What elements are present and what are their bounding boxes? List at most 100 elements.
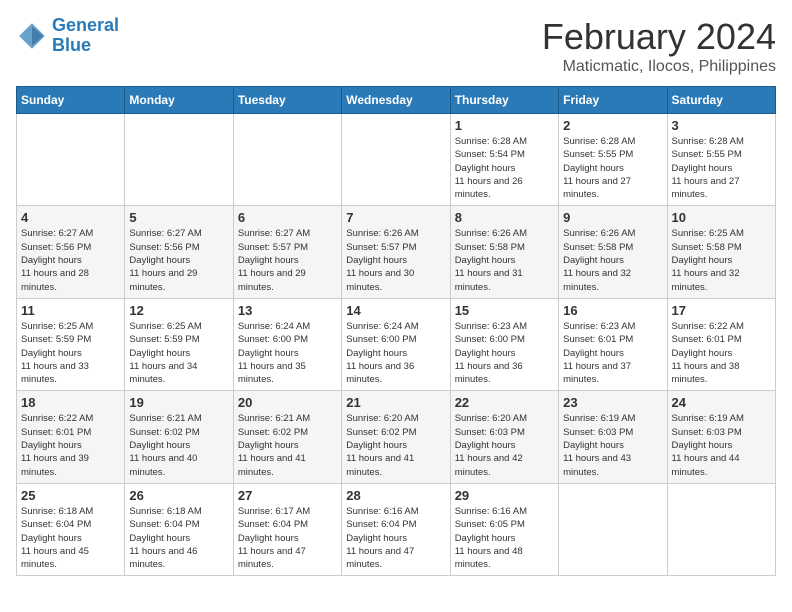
day-number: 28 bbox=[346, 488, 445, 503]
day-info: Sunrise: 6:23 AM Sunset: 6:01 PM Dayligh… bbox=[563, 320, 662, 386]
calendar-cell: 4 Sunrise: 6:27 AM Sunset: 5:56 PM Dayli… bbox=[17, 206, 125, 298]
weekday-header-monday: Monday bbox=[125, 87, 233, 114]
calendar-cell bbox=[667, 483, 775, 575]
weekday-header-friday: Friday bbox=[559, 87, 667, 114]
calendar-cell: 28 Sunrise: 6:16 AM Sunset: 6:04 PM Dayl… bbox=[342, 483, 450, 575]
day-info: Sunrise: 6:20 AM Sunset: 6:03 PM Dayligh… bbox=[455, 412, 554, 478]
day-number: 13 bbox=[238, 303, 337, 318]
calendar-cell: 10 Sunrise: 6:25 AM Sunset: 5:58 PM Dayl… bbox=[667, 206, 775, 298]
day-info: Sunrise: 6:27 AM Sunset: 5:56 PM Dayligh… bbox=[21, 227, 120, 293]
day-number: 19 bbox=[129, 395, 228, 410]
day-info: Sunrise: 6:21 AM Sunset: 6:02 PM Dayligh… bbox=[129, 412, 228, 478]
day-number: 6 bbox=[238, 210, 337, 225]
day-number: 2 bbox=[563, 118, 662, 133]
day-info: Sunrise: 6:22 AM Sunset: 6:01 PM Dayligh… bbox=[672, 320, 771, 386]
day-info: Sunrise: 6:19 AM Sunset: 6:03 PM Dayligh… bbox=[672, 412, 771, 478]
day-info: Sunrise: 6:22 AM Sunset: 6:01 PM Dayligh… bbox=[21, 412, 120, 478]
logo: General Blue bbox=[16, 16, 119, 56]
calendar-cell: 13 Sunrise: 6:24 AM Sunset: 6:00 PM Dayl… bbox=[233, 298, 341, 390]
day-info: Sunrise: 6:25 AM Sunset: 5:59 PM Dayligh… bbox=[21, 320, 120, 386]
logo-icon bbox=[16, 20, 48, 52]
weekday-header-tuesday: Tuesday bbox=[233, 87, 341, 114]
weekday-header-wednesday: Wednesday bbox=[342, 87, 450, 114]
calendar-cell: 2 Sunrise: 6:28 AM Sunset: 5:55 PM Dayli… bbox=[559, 114, 667, 206]
day-number: 8 bbox=[455, 210, 554, 225]
day-number: 3 bbox=[672, 118, 771, 133]
day-number: 1 bbox=[455, 118, 554, 133]
day-info: Sunrise: 6:25 AM Sunset: 5:58 PM Dayligh… bbox=[672, 227, 771, 293]
calendar-week-2: 4 Sunrise: 6:27 AM Sunset: 5:56 PM Dayli… bbox=[17, 206, 776, 298]
day-number: 24 bbox=[672, 395, 771, 410]
day-number: 21 bbox=[346, 395, 445, 410]
calendar-cell bbox=[559, 483, 667, 575]
day-info: Sunrise: 6:26 AM Sunset: 5:57 PM Dayligh… bbox=[346, 227, 445, 293]
day-number: 29 bbox=[455, 488, 554, 503]
day-number: 5 bbox=[129, 210, 228, 225]
calendar-cell: 3 Sunrise: 6:28 AM Sunset: 5:55 PM Dayli… bbox=[667, 114, 775, 206]
calendar-cell: 22 Sunrise: 6:20 AM Sunset: 6:03 PM Dayl… bbox=[450, 391, 558, 483]
day-number: 22 bbox=[455, 395, 554, 410]
calendar-cell: 5 Sunrise: 6:27 AM Sunset: 5:56 PM Dayli… bbox=[125, 206, 233, 298]
header: General Blue February 2024 Maticmatic, I… bbox=[16, 16, 776, 76]
calendar-cell: 27 Sunrise: 6:17 AM Sunset: 6:04 PM Dayl… bbox=[233, 483, 341, 575]
weekday-header-row: SundayMondayTuesdayWednesdayThursdayFrid… bbox=[17, 87, 776, 114]
calendar-week-4: 18 Sunrise: 6:22 AM Sunset: 6:01 PM Dayl… bbox=[17, 391, 776, 483]
day-number: 17 bbox=[672, 303, 771, 318]
day-number: 15 bbox=[455, 303, 554, 318]
calendar-cell: 12 Sunrise: 6:25 AM Sunset: 5:59 PM Dayl… bbox=[125, 298, 233, 390]
day-info: Sunrise: 6:24 AM Sunset: 6:00 PM Dayligh… bbox=[238, 320, 337, 386]
day-info: Sunrise: 6:27 AM Sunset: 5:57 PM Dayligh… bbox=[238, 227, 337, 293]
month-title: February 2024 bbox=[542, 16, 776, 58]
day-number: 14 bbox=[346, 303, 445, 318]
weekday-header-thursday: Thursday bbox=[450, 87, 558, 114]
day-info: Sunrise: 6:23 AM Sunset: 6:00 PM Dayligh… bbox=[455, 320, 554, 386]
calendar-cell: 9 Sunrise: 6:26 AM Sunset: 5:58 PM Dayli… bbox=[559, 206, 667, 298]
day-number: 26 bbox=[129, 488, 228, 503]
title-area: February 2024 Maticmatic, Ilocos, Philip… bbox=[542, 16, 776, 76]
calendar-cell: 21 Sunrise: 6:20 AM Sunset: 6:02 PM Dayl… bbox=[342, 391, 450, 483]
day-number: 4 bbox=[21, 210, 120, 225]
calendar-cell: 16 Sunrise: 6:23 AM Sunset: 6:01 PM Dayl… bbox=[559, 298, 667, 390]
day-number: 27 bbox=[238, 488, 337, 503]
calendar-cell: 14 Sunrise: 6:24 AM Sunset: 6:00 PM Dayl… bbox=[342, 298, 450, 390]
calendar-cell: 23 Sunrise: 6:19 AM Sunset: 6:03 PM Dayl… bbox=[559, 391, 667, 483]
day-info: Sunrise: 6:16 AM Sunset: 6:05 PM Dayligh… bbox=[455, 505, 554, 571]
day-info: Sunrise: 6:27 AM Sunset: 5:56 PM Dayligh… bbox=[129, 227, 228, 293]
day-number: 20 bbox=[238, 395, 337, 410]
day-info: Sunrise: 6:26 AM Sunset: 5:58 PM Dayligh… bbox=[455, 227, 554, 293]
day-info: Sunrise: 6:24 AM Sunset: 6:00 PM Dayligh… bbox=[346, 320, 445, 386]
calendar-cell: 8 Sunrise: 6:26 AM Sunset: 5:58 PM Dayli… bbox=[450, 206, 558, 298]
day-info: Sunrise: 6:20 AM Sunset: 6:02 PM Dayligh… bbox=[346, 412, 445, 478]
day-info: Sunrise: 6:16 AM Sunset: 6:04 PM Dayligh… bbox=[346, 505, 445, 571]
day-number: 23 bbox=[563, 395, 662, 410]
day-info: Sunrise: 6:18 AM Sunset: 6:04 PM Dayligh… bbox=[21, 505, 120, 571]
calendar-cell: 24 Sunrise: 6:19 AM Sunset: 6:03 PM Dayl… bbox=[667, 391, 775, 483]
day-number: 7 bbox=[346, 210, 445, 225]
calendar-cell bbox=[342, 114, 450, 206]
day-info: Sunrise: 6:25 AM Sunset: 5:59 PM Dayligh… bbox=[129, 320, 228, 386]
calendar-week-3: 11 Sunrise: 6:25 AM Sunset: 5:59 PM Dayl… bbox=[17, 298, 776, 390]
day-info: Sunrise: 6:28 AM Sunset: 5:54 PM Dayligh… bbox=[455, 135, 554, 201]
day-number: 11 bbox=[21, 303, 120, 318]
logo-text: General Blue bbox=[52, 16, 119, 56]
calendar-cell: 11 Sunrise: 6:25 AM Sunset: 5:59 PM Dayl… bbox=[17, 298, 125, 390]
day-number: 25 bbox=[21, 488, 120, 503]
weekday-header-saturday: Saturday bbox=[667, 87, 775, 114]
calendar-cell: 26 Sunrise: 6:18 AM Sunset: 6:04 PM Dayl… bbox=[125, 483, 233, 575]
day-info: Sunrise: 6:18 AM Sunset: 6:04 PM Dayligh… bbox=[129, 505, 228, 571]
calendar-cell: 6 Sunrise: 6:27 AM Sunset: 5:57 PM Dayli… bbox=[233, 206, 341, 298]
calendar-cell: 29 Sunrise: 6:16 AM Sunset: 6:05 PM Dayl… bbox=[450, 483, 558, 575]
calendar-cell: 18 Sunrise: 6:22 AM Sunset: 6:01 PM Dayl… bbox=[17, 391, 125, 483]
weekday-header-sunday: Sunday bbox=[17, 87, 125, 114]
day-info: Sunrise: 6:17 AM Sunset: 6:04 PM Dayligh… bbox=[238, 505, 337, 571]
day-info: Sunrise: 6:26 AM Sunset: 5:58 PM Dayligh… bbox=[563, 227, 662, 293]
calendar-cell: 15 Sunrise: 6:23 AM Sunset: 6:00 PM Dayl… bbox=[450, 298, 558, 390]
day-number: 16 bbox=[563, 303, 662, 318]
calendar-cell bbox=[233, 114, 341, 206]
day-number: 10 bbox=[672, 210, 771, 225]
calendar-cell: 17 Sunrise: 6:22 AM Sunset: 6:01 PM Dayl… bbox=[667, 298, 775, 390]
day-info: Sunrise: 6:28 AM Sunset: 5:55 PM Dayligh… bbox=[563, 135, 662, 201]
logo-line1: General bbox=[52, 15, 119, 35]
day-info: Sunrise: 6:19 AM Sunset: 6:03 PM Dayligh… bbox=[563, 412, 662, 478]
calendar-cell: 7 Sunrise: 6:26 AM Sunset: 5:57 PM Dayli… bbox=[342, 206, 450, 298]
